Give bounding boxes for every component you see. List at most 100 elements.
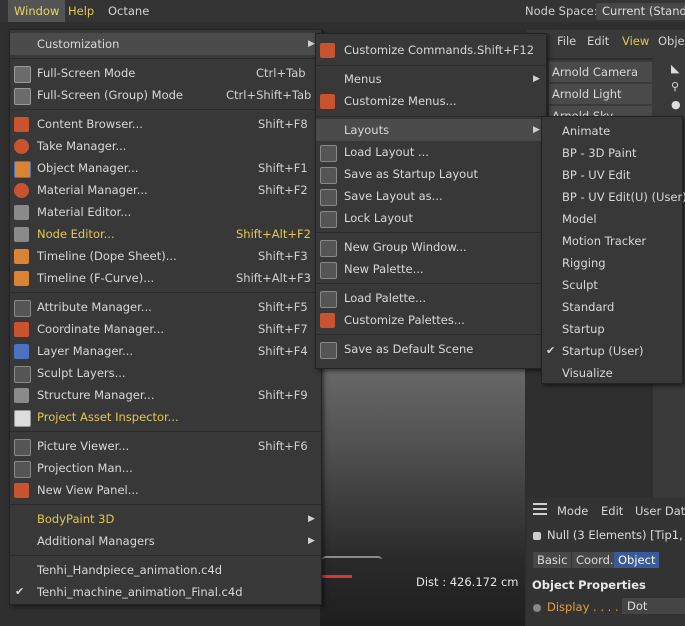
node-editor-item[interactable]: Node Editor... Shift+Alt+F2 bbox=[10, 223, 321, 245]
arnold-camera-item[interactable]: Arnold Camera bbox=[549, 62, 652, 82]
layer-manager-item[interactable]: Layer Manager... Shift+F4 bbox=[10, 340, 321, 362]
view-panel-item[interactable]: New View Panel... bbox=[10, 479, 321, 501]
sculpt-layers-icon bbox=[14, 366, 31, 383]
new-group-window-item[interactable]: New Group Window... bbox=[316, 236, 546, 258]
sphere-icon[interactable]: ● bbox=[671, 98, 683, 111]
tool-icon[interactable]: ◣ bbox=[671, 62, 683, 75]
bodypaint-item[interactable]: BodyPaint 3D ▶ bbox=[10, 508, 321, 530]
structure-manager-item[interactable]: Structure Manager... Shift+F9 bbox=[10, 384, 321, 406]
lock-layout-icon bbox=[320, 211, 337, 228]
layout-item[interactable]: Rigging bbox=[542, 252, 682, 274]
arnold-menu: Arnold Camera Arnold Light Arnold Sky bbox=[545, 60, 653, 120]
layout-item[interactable]: Startup bbox=[542, 318, 682, 340]
new-palette-item[interactable]: New Palette... bbox=[316, 258, 546, 280]
take-manager-item[interactable]: Take Manager... bbox=[10, 135, 321, 157]
fullscreen-group-item[interactable]: Full-Screen (Group) Mode Ctrl+Shift+Tab bbox=[10, 84, 321, 106]
checkmark-icon: ✔ bbox=[15, 585, 25, 598]
selection-text: Null (3 Elements) [Tip1, Ti bbox=[547, 528, 685, 542]
layout-item-checked[interactable]: ✔ Startup (User) bbox=[542, 340, 682, 362]
customize-palettes-item[interactable]: Customize Palettes... bbox=[316, 309, 546, 331]
node-space-select[interactable]: Current (Standar bbox=[596, 3, 685, 20]
layout-item[interactable]: Motion Tracker bbox=[542, 230, 682, 252]
load-palette-icon bbox=[320, 291, 337, 308]
layout-item[interactable]: Visualize bbox=[542, 362, 682, 384]
fullscreen-group-icon bbox=[14, 88, 31, 105]
timeline-fcurve-item[interactable]: Timeline (F-Curve)... Shift+Alt+F3 bbox=[10, 267, 321, 289]
divider bbox=[316, 65, 546, 66]
view-panel-icon bbox=[14, 483, 29, 498]
light-bulb-icon[interactable]: ⚲ bbox=[671, 80, 683, 93]
load-palette-item[interactable]: Load Palette... bbox=[316, 287, 546, 309]
customize-menus-icon bbox=[320, 94, 335, 109]
recent-file-item[interactable]: ✔ Tenhi_machine_animation_Final.c4d bbox=[10, 581, 321, 603]
attribute-manager-item[interactable]: Attribute Manager... Shift+F5 bbox=[10, 296, 321, 318]
content-browser-icon bbox=[14, 117, 29, 132]
display-label: Display . . . . bbox=[533, 598, 619, 616]
arnold-light-item[interactable]: Arnold Light bbox=[549, 84, 652, 104]
material-editor-item[interactable]: Material Editor... bbox=[10, 201, 321, 223]
radio-icon[interactable] bbox=[533, 603, 541, 612]
null-object-icon bbox=[533, 531, 541, 540]
customization-item[interactable]: Customization ▶ bbox=[10, 33, 321, 55]
save-default-scene-item[interactable]: Save as Default Scene bbox=[316, 338, 546, 360]
load-layout-item[interactable]: Load Layout ... bbox=[316, 141, 546, 163]
save-startup-layout-item[interactable]: Save as Startup Layout bbox=[316, 163, 546, 185]
viewport-menubar: File Edit View Objec bbox=[527, 30, 685, 58]
recent-file-item[interactable]: Tenhi_Handpiece_animation.c4d bbox=[10, 559, 321, 581]
projection-man-icon bbox=[14, 461, 31, 478]
menus-item[interactable]: Menus ▶ bbox=[316, 68, 546, 90]
tab-coord[interactable]: Coord. bbox=[572, 552, 618, 568]
customize-commands-icon bbox=[320, 43, 335, 58]
content-browser-item[interactable]: Content Browser... Shift+F8 bbox=[10, 113, 321, 135]
fullscreen-item[interactable]: Full-Screen Mode Ctrl+Tab bbox=[10, 62, 321, 84]
tab-basic[interactable]: Basic bbox=[533, 552, 572, 568]
view-menu-edit[interactable]: Edit bbox=[587, 30, 609, 52]
object-manager-icon bbox=[14, 161, 31, 178]
customize-menus-item[interactable]: Customize Menus... bbox=[316, 90, 546, 112]
timeline-dope-item[interactable]: Timeline (Dope Sheet)... Shift+F3 bbox=[10, 245, 321, 267]
new-palette-icon bbox=[320, 262, 337, 279]
save-default-scene-icon bbox=[320, 342, 337, 359]
picture-viewer-item[interactable]: Picture Viewer... Shift+F6 bbox=[10, 435, 321, 457]
chevron-right-icon: ▶ bbox=[308, 39, 315, 49]
view-menu-view[interactable]: View bbox=[622, 30, 649, 52]
layout-item[interactable]: Animate bbox=[542, 120, 682, 142]
attr-menu-userdata[interactable]: User Data bbox=[635, 502, 685, 520]
object-manager-item[interactable]: Object Manager... Shift+F1 bbox=[10, 157, 321, 179]
layouts-item[interactable]: Layouts ▶ bbox=[316, 119, 546, 141]
customize-commands-item[interactable]: Customize Commands... Shift+F12 bbox=[316, 39, 546, 61]
material-manager-item[interactable]: Material Manager... Shift+F2 bbox=[10, 179, 321, 201]
layout-item[interactable]: Sculpt bbox=[542, 274, 682, 296]
distance-readout: Dist : 426.172 cm bbox=[416, 575, 519, 589]
layout-item[interactable]: Standard bbox=[542, 296, 682, 318]
divider bbox=[316, 283, 546, 284]
node-space-label: Node Space: bbox=[525, 4, 598, 18]
view-menu-file[interactable]: File bbox=[557, 30, 576, 52]
layout-item[interactable]: BP - UV Edit bbox=[542, 164, 682, 186]
lock-layout-item[interactable]: Lock Layout bbox=[316, 207, 546, 229]
layout-item[interactable]: BP - 3D Paint bbox=[542, 142, 682, 164]
attr-menu-edit[interactable]: Edit bbox=[601, 502, 623, 520]
hamburger-icon[interactable] bbox=[533, 503, 547, 515]
additional-managers-item[interactable]: Additional Managers ▶ bbox=[10, 530, 321, 552]
projection-man-item[interactable]: Projection Man... bbox=[10, 457, 321, 479]
x-axis-gizmo[interactable] bbox=[322, 575, 352, 578]
tab-object[interactable]: Object bbox=[614, 552, 660, 568]
view-menu-object[interactable]: Objec bbox=[658, 30, 685, 52]
sculpt-layers-item[interactable]: Sculpt Layers... bbox=[10, 362, 321, 384]
menu-help[interactable]: Help bbox=[62, 0, 100, 22]
layout-item[interactable]: Model bbox=[542, 208, 682, 230]
menu-window[interactable]: Window bbox=[8, 0, 66, 22]
timeline-fcurve-icon bbox=[14, 271, 29, 286]
asset-inspector-item[interactable]: Project Asset Inspector... bbox=[10, 406, 321, 428]
customize-palettes-icon bbox=[320, 313, 335, 328]
save-layout-as-item[interactable]: Save Layout as... bbox=[316, 185, 546, 207]
menu-octane[interactable]: Octane bbox=[102, 0, 155, 22]
take-manager-icon bbox=[14, 139, 29, 154]
attr-menu-mode[interactable]: Mode bbox=[557, 502, 588, 520]
coordinate-manager-item[interactable]: Coordinate Manager... Shift+F7 bbox=[10, 318, 321, 340]
chevron-right-icon: ▶ bbox=[308, 536, 315, 546]
display-select[interactable]: Dot bbox=[622, 598, 685, 614]
divider bbox=[10, 292, 321, 293]
layout-item[interactable]: BP - UV Edit(U) (User) bbox=[542, 186, 685, 208]
